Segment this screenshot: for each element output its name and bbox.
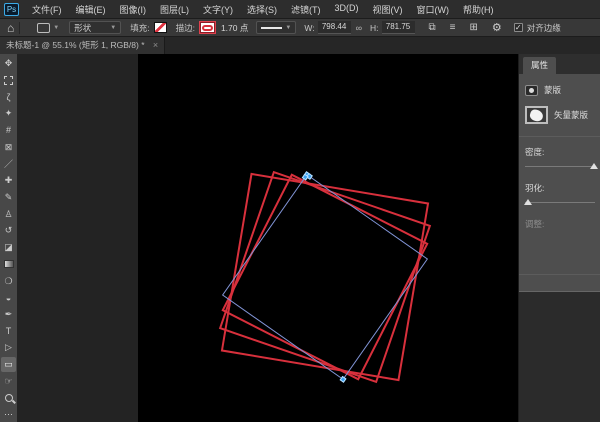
path-operations-icon[interactable]: ⧉: [429, 22, 436, 33]
density-label: 密度:: [525, 146, 544, 158]
mask-circle-icon: [529, 88, 534, 93]
divider: [519, 136, 600, 137]
rectangle-tool-icon: [37, 23, 50, 33]
tool-mode-value: 形状: [74, 22, 91, 34]
menu-item[interactable]: 3D(D): [328, 3, 366, 16]
refine-label: 调整:: [525, 218, 544, 230]
stroke-swatch[interactable]: [199, 21, 216, 34]
solid-line-icon: [261, 27, 282, 29]
document-tab-title: 未标题-1 @ 55.1% (矩形 1, RGB/8) *: [6, 40, 145, 50]
ps-logo-icon: Ps: [4, 3, 19, 16]
home-icon[interactable]: ⌂: [7, 21, 14, 35]
fill-swatch[interactable]: [154, 22, 167, 33]
properties-panel: 属性 蒙版 矢量蒙版 密度: 羽化: 调整:: [518, 54, 600, 422]
menu-items: 文件(F)编辑(E)图像(I)图层(L)文字(Y)选择(S)滤镜(T)3D(D)…: [25, 3, 501, 16]
menu-bar: Ps 文件(F)编辑(E)图像(I)图层(L)文字(Y)选择(S)滤镜(T)3D…: [0, 0, 600, 19]
vector-mask-row[interactable]: 矢量蒙版: [525, 106, 588, 124]
tool-brush[interactable]: ✎: [1, 190, 16, 205]
tool-mode-select[interactable]: 形状 ▼: [69, 21, 121, 34]
mask-header-row: 蒙版: [525, 84, 561, 96]
tool-marquee[interactable]: [1, 73, 16, 88]
tool-clone-stamp[interactable]: ♙: [1, 207, 16, 222]
width-field[interactable]: 798.44: [318, 21, 351, 34]
tool-healing[interactable]: ✚: [1, 173, 16, 188]
tools-panel: ✥ ζ✦ # ⊠ ／✚ ✎ ♙ ↺◪ ❍◒ ✒ T ▷▭ ☞ ⋯: [0, 54, 17, 422]
stroke-label: 描边:: [176, 22, 195, 34]
tool-hand[interactable]: ☞: [1, 374, 16, 389]
feather-label: 羽化:: [525, 182, 544, 194]
menu-item[interactable]: 图层(L): [153, 3, 196, 16]
panel-tab-row: 属性: [519, 54, 600, 74]
tool-blur[interactable]: ❍: [1, 274, 16, 289]
tool-quick-select[interactable]: ✦: [1, 106, 16, 121]
chevron-down-icon: ▼: [110, 25, 116, 31]
tool-path-select[interactable]: ▷: [1, 341, 16, 356]
tab-properties[interactable]: 属性: [523, 57, 556, 74]
menu-item[interactable]: 文字(Y): [196, 3, 240, 16]
stroke-style-select[interactable]: ▼: [256, 21, 296, 34]
tool-dodge[interactable]: ◒: [1, 290, 16, 305]
menu-item[interactable]: 文件(F): [25, 3, 69, 16]
document-tab-strip: 未标题-1 @ 55.1% (矩形 1, RGB/8) * ×: [0, 37, 600, 54]
path-anchor-point[interactable]: [340, 376, 347, 383]
chevron-down-icon: ▼: [285, 25, 291, 31]
stroke-color-pill: [202, 25, 213, 31]
divider: [19, 22, 20, 34]
marquee-icon: [4, 76, 13, 85]
tool-move[interactable]: ✥: [1, 56, 16, 71]
density-slider[interactable]: [525, 166, 595, 167]
menu-item[interactable]: 帮助(H): [456, 3, 501, 16]
align-edges-label: 对齐边缘: [527, 22, 561, 34]
properties-panel-body: 蒙版 矢量蒙版 密度: 羽化: 调整:: [519, 74, 600, 292]
path-arrangement-icon[interactable]: ⊞: [470, 22, 478, 33]
menu-item[interactable]: 滤镜(T): [284, 3, 328, 16]
zoom-icon: [5, 394, 13, 402]
link-dimensions-icon[interactable]: ∞: [356, 23, 362, 33]
tool-crop[interactable]: #: [1, 123, 16, 138]
mask-shape-preview: [529, 108, 545, 122]
tool-lasso[interactable]: ζ: [1, 90, 16, 105]
tool-eyedropper[interactable]: ／: [1, 157, 16, 172]
fill-label: 填充:: [130, 22, 149, 34]
gradient-icon: [4, 260, 14, 268]
feather-slider[interactable]: [525, 202, 595, 203]
tool-gradient[interactable]: [1, 257, 16, 272]
photoshop-window: Ps 文件(F)编辑(E)图像(I)图层(L)文字(Y)选择(S)滤镜(T)3D…: [0, 0, 600, 422]
mask-icon: [525, 85, 538, 96]
height-label: H:: [370, 23, 379, 33]
options-bar: ⌂ ▼ 形状 ▼ 填充: 描边: 1.70 点 ▼ W: 798.44 ∞ H:…: [0, 19, 600, 37]
tool-pen[interactable]: ✒: [1, 307, 16, 322]
close-icon[interactable]: ×: [153, 40, 158, 50]
vector-mask-label: 矢量蒙版: [554, 109, 588, 121]
menu-item[interactable]: 编辑(E): [69, 3, 113, 16]
divider: [519, 274, 600, 275]
path-alignment-icon[interactable]: ≡: [450, 22, 456, 33]
mask-header-label: 蒙版: [544, 84, 561, 96]
vector-mask-thumbnail[interactable]: [525, 106, 548, 124]
tool-eraser[interactable]: ◪: [1, 240, 16, 255]
stroke-width-value[interactable]: 1.70 点: [221, 22, 248, 34]
tool-type[interactable]: T: [1, 324, 16, 339]
tool-rectangle[interactable]: ▭: [1, 357, 16, 372]
density-slider-thumb[interactable]: [590, 163, 598, 169]
gear-icon[interactable]: ⚙: [492, 21, 502, 34]
feather-slider-thumb[interactable]: [524, 199, 532, 205]
tool-more[interactable]: ⋯: [1, 408, 16, 422]
menu-item[interactable]: 图像(I): [113, 3, 154, 16]
menu-item[interactable]: 窗口(W): [410, 3, 457, 16]
document-tab[interactable]: 未标题-1 @ 55.1% (矩形 1, RGB/8) * ×: [0, 37, 165, 54]
tool-zoom[interactable]: [1, 391, 16, 406]
tool-history-brush[interactable]: ↺: [1, 224, 16, 239]
align-edges-checkbox[interactable]: ✓: [514, 23, 523, 32]
menu-item[interactable]: 选择(S): [240, 3, 284, 16]
tool-frame[interactable]: ⊠: [1, 140, 16, 155]
tool-preset-picker[interactable]: ▼: [37, 23, 59, 33]
document-canvas[interactable]: [138, 54, 518, 422]
height-field[interactable]: 781.75: [382, 21, 415, 34]
chevron-down-icon: ▼: [53, 25, 59, 31]
width-label: W:: [304, 23, 314, 33]
menu-item[interactable]: 视图(V): [366, 3, 410, 16]
